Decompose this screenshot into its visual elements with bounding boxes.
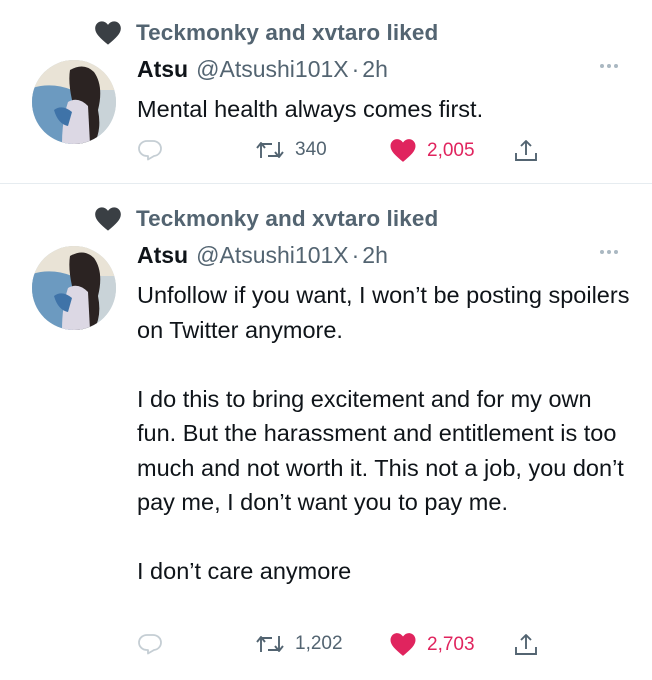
separator-dot: ·	[351, 242, 360, 268]
reply-button[interactable]	[137, 138, 163, 162]
tweet-2[interactable]: Teckmonky and xvtaro liked Atsu @Atsushi…	[0, 186, 652, 680]
heart-icon	[95, 207, 121, 231]
tweet-actions: 1,202 2,703	[137, 632, 557, 662]
retweet-icon	[256, 636, 284, 652]
tweet-paragraph: Unfollow if you want, I won’t be posting…	[137, 282, 630, 343]
more-icon[interactable]	[600, 250, 618, 254]
retweet-icon	[256, 142, 284, 158]
tweet-text: Mental health always comes first.	[137, 92, 637, 127]
timestamp[interactable]: 2h	[362, 242, 388, 269]
tweet-text: Unfollow if you want, I won’t be posting…	[137, 278, 637, 589]
reply-icon	[138, 634, 162, 655]
tweet-paragraph: I don’t care anymore	[137, 558, 352, 584]
reply-icon	[138, 140, 162, 161]
social-context: Teckmonky and xvtaro liked	[94, 202, 438, 236]
display-name[interactable]: Atsu	[137, 56, 188, 83]
tweet-actions: 340 2,005	[137, 138, 557, 168]
retweet-count: 1,202	[295, 633, 343, 654]
retweet-button[interactable]: 340	[255, 138, 327, 162]
retweet-button[interactable]: 1,202	[255, 632, 343, 656]
separator-dot: ·	[351, 56, 360, 82]
tweet-paragraph: Mental health always comes first.	[137, 96, 484, 122]
user-handle[interactable]: @Atsushi101X	[196, 56, 349, 83]
tweet-1[interactable]: Teckmonky and xvtaro liked Atsu @Atsushi…	[0, 0, 652, 182]
retweet-count: 340	[295, 139, 327, 160]
like-count: 2,703	[427, 633, 475, 655]
like-icon	[390, 139, 416, 162]
social-context-text: Teckmonky and xvtaro liked	[136, 20, 439, 45]
like-icon	[390, 633, 416, 656]
more-icon[interactable]	[600, 64, 618, 68]
tweet-paragraph: I do this to bring excitement and for my…	[137, 385, 624, 516]
like-button[interactable]: 2,005	[389, 138, 475, 163]
tweet-header: Atsu @Atsushi101X · 2h	[137, 56, 388, 83]
tweet-header: Atsu @Atsushi101X · 2h	[137, 242, 388, 269]
user-handle[interactable]: @Atsushi101X	[196, 242, 349, 269]
social-context: Teckmonky and xvtaro liked	[94, 16, 438, 50]
avatar[interactable]	[32, 246, 116, 330]
reply-button[interactable]	[137, 632, 163, 656]
like-count: 2,005	[427, 139, 475, 161]
display-name[interactable]: Atsu	[137, 242, 188, 269]
share-button[interactable]	[513, 632, 539, 658]
avatar-image	[32, 60, 116, 144]
share-icon	[515, 140, 537, 161]
heart-icon	[95, 21, 121, 45]
avatar[interactable]	[32, 60, 116, 144]
avatar-image	[32, 246, 116, 330]
tweet-divider	[0, 183, 652, 184]
like-button[interactable]: 2,703	[389, 632, 475, 657]
share-button[interactable]	[513, 138, 539, 164]
share-icon	[515, 634, 537, 655]
timestamp[interactable]: 2h	[362, 56, 388, 83]
social-context-text: Teckmonky and xvtaro liked	[136, 206, 439, 231]
